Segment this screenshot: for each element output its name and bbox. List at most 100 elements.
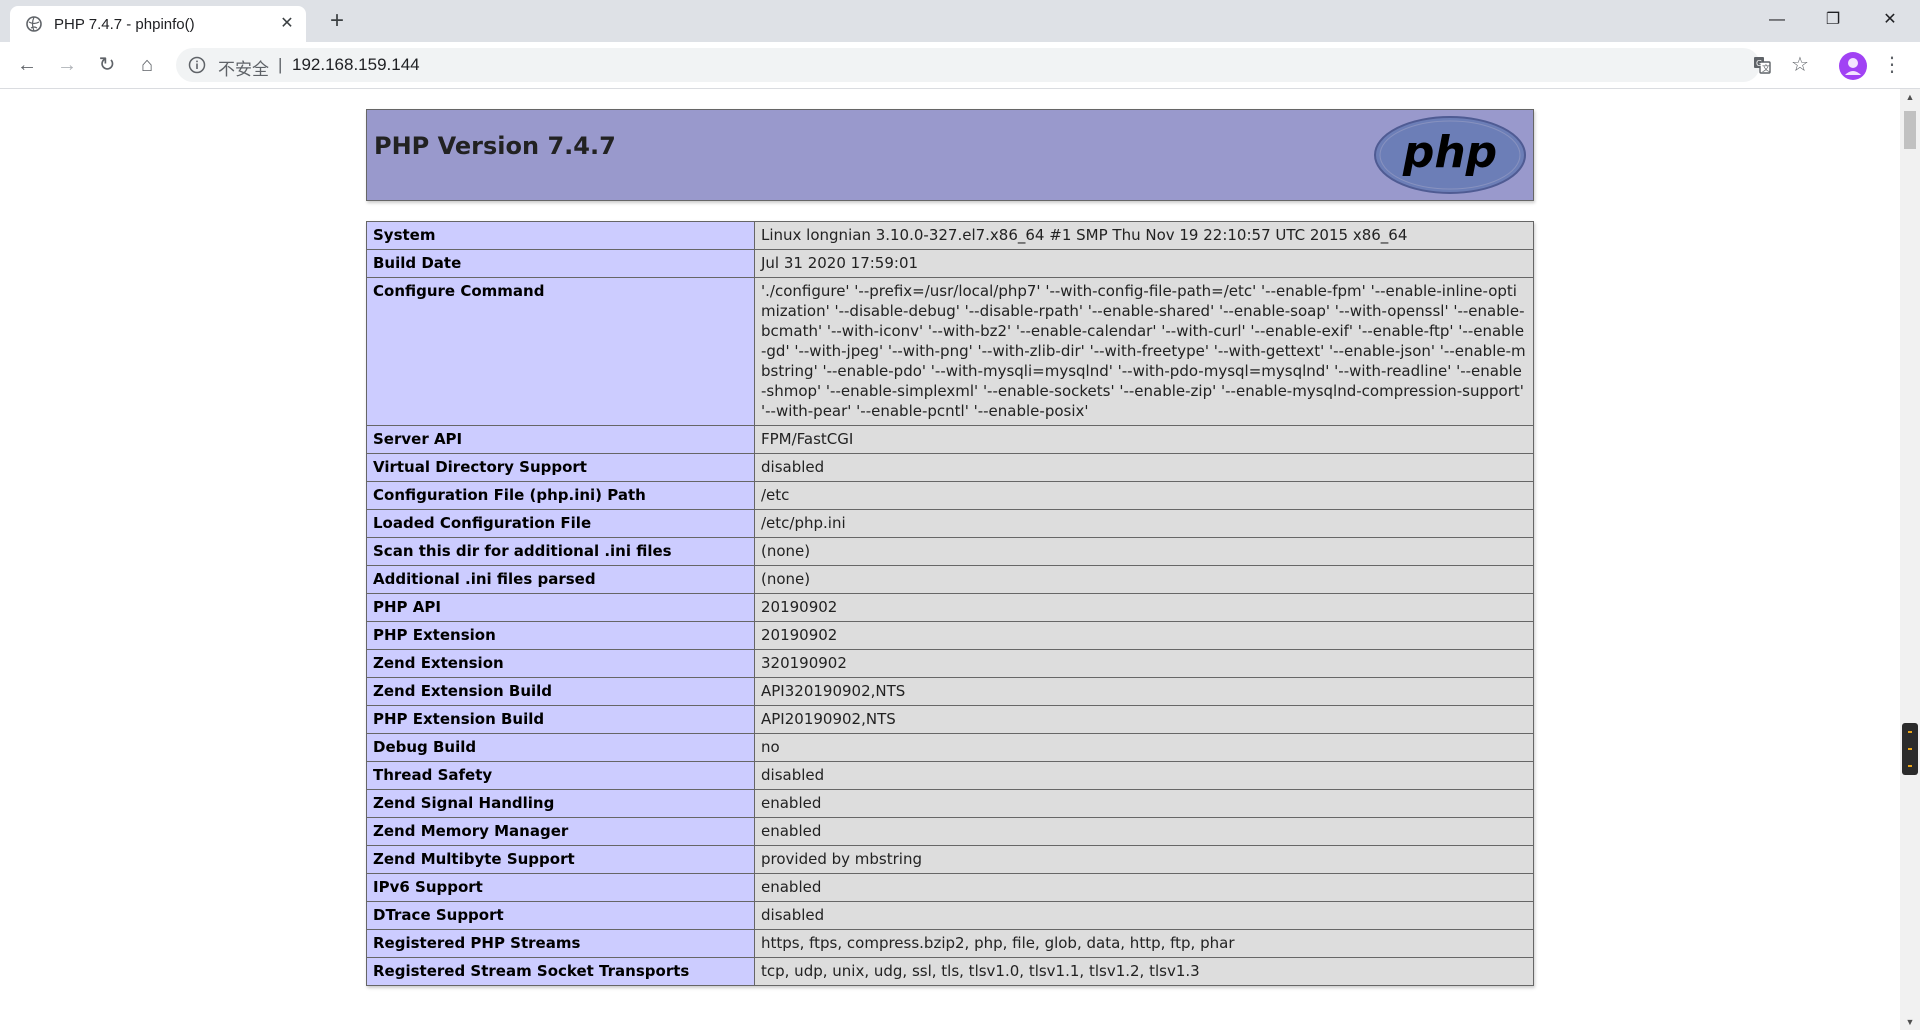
home-button[interactable]: ⌂ — [133, 51, 161, 79]
info-key: DTrace Support — [366, 901, 755, 930]
info-row: Debug Build no — [366, 733, 1534, 762]
reload-button[interactable]: ↻ — [93, 51, 121, 79]
side-panel-widget[interactable] — [1902, 723, 1918, 775]
info-key: System — [366, 221, 755, 250]
info-row: Zend Signal Handling enabled — [366, 789, 1534, 818]
info-key: Zend Multibyte Support — [366, 845, 755, 874]
tab-title: PHP 7.4.7 - phpinfo() — [54, 16, 195, 33]
info-row: Scan this dir for additional .ini files(… — [366, 537, 1534, 566]
svg-text:文: 文 — [1762, 63, 1770, 73]
info-row: PHP API 20190902 — [366, 593, 1534, 622]
info-key: Configure Command — [366, 277, 755, 426]
info-value: 20190902 — [754, 621, 1534, 650]
info-row: DTrace Support disabled — [366, 901, 1534, 930]
scrollbar-thumb[interactable] — [1904, 111, 1916, 149]
new-tab-button[interactable]: + — [325, 9, 349, 33]
info-row: Additional .ini files parsed (none) — [366, 565, 1534, 594]
info-key: Server API — [366, 425, 755, 454]
info-row: Zend Memory Manager enabled — [366, 817, 1534, 846]
info-value: disabled — [754, 453, 1534, 482]
tab-strip: PHP 7.4.7 - phpinfo() ✕ + — ❐ ✕ — [0, 0, 1920, 42]
page-viewport: PHP Version 7.4.7 php System Linux longni… — [0, 89, 1900, 1030]
info-row: Zend Multibyte Support provided by mbstri… — [366, 845, 1534, 874]
info-value: disabled — [754, 761, 1534, 790]
bookmark-star-icon[interactable]: ☆ — [1790, 55, 1810, 75]
php-logo-text: php — [1402, 127, 1497, 178]
info-value: './configure' '--prefix=/usr/local/php7'… — [754, 277, 1534, 426]
info-value: enabled — [754, 817, 1534, 846]
info-key: Loaded Configuration File — [366, 509, 755, 538]
info-value: (none) — [754, 537, 1534, 566]
php-logo[interactable]: php — [1373, 115, 1527, 195]
more-menu-icon[interactable]: ⋮ — [1882, 51, 1902, 79]
info-value: provided by mbstring — [754, 845, 1534, 874]
vertical-scrollbar[interactable]: ▲ ▼ — [1900, 89, 1920, 1030]
info-value: disabled — [754, 901, 1534, 930]
info-key: Debug Build — [366, 733, 755, 762]
info-key: Scan this dir for additional .ini files — [366, 537, 755, 566]
info-key: Additional .ini files parsed — [366, 565, 755, 594]
omnibox-separator: | — [278, 55, 283, 74]
info-value: API20190902,NTS — [754, 705, 1534, 734]
info-key: Zend Extension Build — [366, 677, 755, 706]
address-bar[interactable]: 不安全 | 192.168.159.144 G 文 ☆ — [176, 48, 1809, 82]
profile-avatar[interactable] — [1839, 52, 1867, 80]
forward-button[interactable]: → — [53, 51, 81, 79]
restore-button[interactable]: ❐ — [1805, 0, 1861, 42]
minimize-button[interactable]: — — [1749, 0, 1805, 42]
info-value: /etc/php.ini — [754, 509, 1534, 538]
translate-icon[interactable]: G 文 — [1752, 55, 1772, 75]
info-value: 320190902 — [754, 649, 1534, 678]
page-title: PHP Version 7.4.7 — [374, 132, 616, 160]
info-key: Zend Extension — [366, 649, 755, 678]
info-key: Registered Stream Socket Transports — [366, 957, 755, 986]
php-version-header: PHP Version 7.4.7 php — [366, 109, 1534, 201]
info-value: no — [754, 733, 1534, 762]
info-row: System Linux longnian 3.10.0-327.el7.x86_… — [366, 221, 1534, 250]
info-value: Linux longnian 3.10.0-327.el7.x86_64 #1 … — [754, 221, 1534, 250]
phpinfo-table: System Linux longnian 3.10.0-327.el7.x86_… — [366, 221, 1534, 986]
info-row: PHP Extension Build API20190902,NTS — [366, 705, 1534, 734]
info-row: Zend Extension Build API320190902,NTS — [366, 677, 1534, 706]
info-value: Jul 31 2020 17:59:01 — [754, 249, 1534, 278]
info-key: PHP Extension — [366, 621, 755, 650]
scroll-down-arrow-icon[interactable]: ▼ — [1900, 1014, 1920, 1030]
info-row: Server API FPM/FastCGI — [366, 425, 1534, 454]
info-row: PHP Extension 20190902 — [366, 621, 1534, 650]
info-key: Configuration File (php.ini) Path — [366, 481, 755, 510]
info-key: Zend Memory Manager — [366, 817, 755, 846]
info-row: Loaded Configuration File/etc/php.ini — [366, 509, 1534, 538]
globe-icon — [26, 16, 42, 32]
info-row: Virtual Directory Support disabled — [366, 453, 1534, 482]
info-icon[interactable] — [188, 56, 206, 74]
info-value: 20190902 — [754, 593, 1534, 622]
info-value: enabled — [754, 789, 1534, 818]
info-row: Registered Stream Socket Transports tcp, … — [366, 957, 1534, 986]
tab-active[interactable]: PHP 7.4.7 - phpinfo() ✕ — [10, 6, 306, 42]
info-key: Zend Signal Handling — [366, 789, 755, 818]
info-row: Registered PHP Streams https, ftps, compr… — [366, 929, 1534, 958]
close-tab-icon[interactable]: ✕ — [278, 15, 296, 33]
back-button[interactable]: ← — [13, 51, 41, 79]
scroll-up-arrow-icon[interactable]: ▲ — [1900, 89, 1920, 105]
close-window-button[interactable]: ✕ — [1862, 0, 1918, 42]
info-value: enabled — [754, 873, 1534, 902]
info-row: IPv6 Support enabled — [366, 873, 1534, 902]
info-value: https, ftps, compress.bzip2, php, file, … — [754, 929, 1534, 958]
info-row: Configure Command './configure' '--prefix… — [366, 277, 1534, 426]
info-key: Virtual Directory Support — [366, 453, 755, 482]
info-key: PHP API — [366, 593, 755, 622]
info-key: Registered PHP Streams — [366, 929, 755, 958]
info-row: Build Date Jul 31 2020 17:59:01 — [366, 249, 1534, 278]
info-value: /etc — [754, 481, 1534, 510]
info-key: Thread Safety — [366, 761, 755, 790]
info-value: tcp, udp, unix, udg, ssl, tls, tlsv1.0, … — [754, 957, 1534, 986]
phpinfo-container: PHP Version 7.4.7 php System Linux longni… — [366, 109, 1534, 986]
info-value: (none) — [754, 565, 1534, 594]
url-text[interactable]: 192.168.159.144 — [292, 55, 420, 75]
info-key: PHP Extension Build — [366, 705, 755, 734]
info-key: IPv6 Support — [366, 873, 755, 902]
info-value: API320190902,NTS — [754, 677, 1534, 706]
not-secure-label[interactable]: 不安全 — [218, 55, 269, 80]
info-row: Thread Safety disabled — [366, 761, 1534, 790]
